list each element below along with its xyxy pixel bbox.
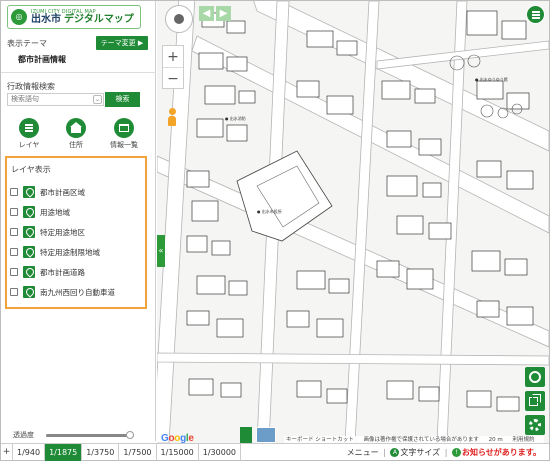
map-pin-icon — [23, 186, 35, 198]
menu-icon[interactable] — [526, 5, 545, 24]
text-size-icon: A — [390, 448, 400, 457]
map-pin-icon — [23, 226, 35, 238]
map-pin-icon — [23, 206, 35, 218]
layer-item[interactable]: 特定用途地区 — [10, 225, 85, 239]
opacity-label: 透過度 — [13, 431, 34, 439]
street-view-thumbnail[interactable] — [256, 427, 276, 443]
map-canvas[interactable]: ● 出水消防 ● 出水市役所 ● 出水ゆうゆう館 ◀ ▶ + − « Googl… — [157, 1, 549, 443]
layer-item[interactable]: 都市計画道路 — [10, 265, 85, 279]
scale-option-active[interactable]: 1/1875 — [45, 443, 83, 461]
layer-checkbox[interactable] — [10, 268, 18, 276]
forward-arrow-icon[interactable]: ▶ — [216, 6, 231, 21]
nav-layer-label: レイヤ — [18, 141, 40, 149]
logo-text: IZUMI CITY DIGITAL MAP 出水市 デジタルマップ — [31, 9, 134, 25]
scale-option[interactable]: 1/3750 — [82, 443, 120, 461]
layer-panel-title: レイヤ表示 — [11, 165, 51, 174]
gear-icon — [529, 419, 541, 431]
layer-label: 特定用途地区 — [40, 227, 85, 237]
chevron-down-icon[interactable]: ⌄ — [93, 95, 102, 104]
text-size-link[interactable]: 文字サイズ — [400, 448, 440, 457]
street-view-strip[interactable] — [240, 427, 252, 443]
nav-address-label: 住所 — [69, 141, 83, 149]
layer-label: 用途地域 — [40, 207, 70, 217]
history-arrows: ◀ ▶ — [199, 6, 231, 21]
street-view-pegman-icon[interactable] — [167, 108, 177, 126]
layer-checkbox[interactable] — [10, 248, 18, 256]
settings-button[interactable] — [525, 415, 545, 435]
scale-option[interactable]: 1/940 — [13, 443, 46, 461]
scale-option[interactable]: 1/15000 — [157, 443, 199, 461]
city-emblem-icon: ◎ — [11, 9, 27, 25]
divider — [1, 72, 156, 73]
opacity-slider-knob[interactable] — [125, 431, 134, 439]
scale-option[interactable]: 1/7500 — [119, 443, 157, 461]
layer-checkbox[interactable] — [10, 208, 18, 216]
search-input[interactable]: 検索語句 ⌄ — [7, 93, 104, 106]
table-icon — [114, 118, 134, 138]
map-attribution: キーボード ショートカット 画像は著作権で保護されている場合があります 20 m… — [284, 436, 545, 443]
search-placeholder: 検索語句 — [11, 95, 39, 103]
theme-label: 表示テーマ — [7, 39, 47, 48]
notice-link[interactable]: お知らせがあります。 — [462, 448, 541, 457]
search-button[interactable]: 検索 — [105, 92, 140, 107]
scale-bar: + 1/940 1/1875 1/3750 1/7500 1/15000 1/3… — [1, 443, 549, 461]
layer-panel: レイヤ表示 都市計画区域 用途地域 特定用途地区 特定用途制限地域 都市計画道路 — [5, 156, 147, 309]
layer-label: 都市計画道路 — [40, 267, 85, 277]
layers-button[interactable] — [525, 391, 545, 411]
map-pin-icon — [23, 286, 35, 298]
map-label: ● 出水市役所 — [257, 209, 282, 214]
map-pin-icon — [23, 246, 35, 258]
logo-title: 出水市 デジタルマップ — [31, 13, 134, 25]
layer-item[interactable]: 特定用途制限地域 — [10, 245, 100, 259]
collapse-panel-button[interactable]: « — [157, 235, 165, 267]
scale-expand-button[interactable]: + — [1, 443, 13, 461]
opacity-slider[interactable] — [46, 431, 134, 439]
footer-menu-link[interactable]: メニュー — [347, 448, 379, 457]
nav-layer[interactable]: レイヤ — [9, 118, 49, 150]
nav-info-list[interactable]: 情報一覧 — [104, 118, 144, 150]
home-icon — [66, 118, 86, 138]
compass-icon[interactable] — [165, 5, 193, 33]
map-drawing — [157, 1, 549, 443]
layer-label: 特定用途制限地域 — [40, 247, 100, 257]
layer-label: 南九州西回り自動車道 — [40, 287, 115, 297]
zoom-in-button[interactable]: + — [163, 46, 183, 68]
crosshair-icon — [529, 371, 541, 383]
layer-checkbox[interactable] — [10, 288, 18, 296]
current-theme: 都市計画情報 — [18, 55, 66, 64]
notice-icon: ! — [451, 448, 461, 457]
map-label: ● 出水消防 — [225, 116, 246, 121]
layer-item[interactable]: 都市計画区域 — [10, 185, 85, 199]
back-arrow-icon[interactable]: ◀ — [199, 6, 214, 21]
locate-me-button[interactable] — [525, 367, 545, 387]
map-label: ● 出水ゆうゆう館 — [475, 77, 508, 82]
list-icon — [19, 118, 39, 138]
search-label: 行政情報検索 — [7, 82, 55, 91]
google-logo: Google — [161, 433, 194, 443]
nav-info-list-label: 情報一覧 — [110, 141, 138, 149]
layer-item[interactable]: 南九州西回り自動車道 — [10, 285, 115, 299]
scale-option[interactable]: 1/30000 — [199, 443, 241, 461]
zoom-out-button[interactable]: − — [163, 68, 183, 90]
layer-item[interactable]: 用途地域 — [10, 205, 70, 219]
layer-label: 都市計画区域 — [40, 187, 85, 197]
layer-checkbox[interactable] — [10, 228, 18, 236]
zoom-control: + − — [162, 45, 184, 89]
footer-actions: メニュー | A 文字サイズ | ! お知らせがあります。 — [346, 448, 541, 457]
app-logo[interactable]: ◎ IZUMI CITY DIGITAL MAP 出水市 デジタルマップ — [7, 5, 141, 29]
nav-address[interactable]: 住所 — [56, 118, 96, 150]
map-pin-icon — [23, 266, 35, 278]
logo-map-name: デジタルマップ — [64, 13, 134, 25]
sidebar: ◎ IZUMI CITY DIGITAL MAP 出水市 デジタルマップ 表示テー… — [1, 1, 156, 441]
opacity-slider-fill — [46, 434, 130, 437]
layer-checkbox[interactable] — [10, 188, 18, 196]
logo-city: 出水市 — [31, 13, 61, 25]
theme-change-button[interactable]: テーマ変更 ▶ — [96, 36, 148, 50]
